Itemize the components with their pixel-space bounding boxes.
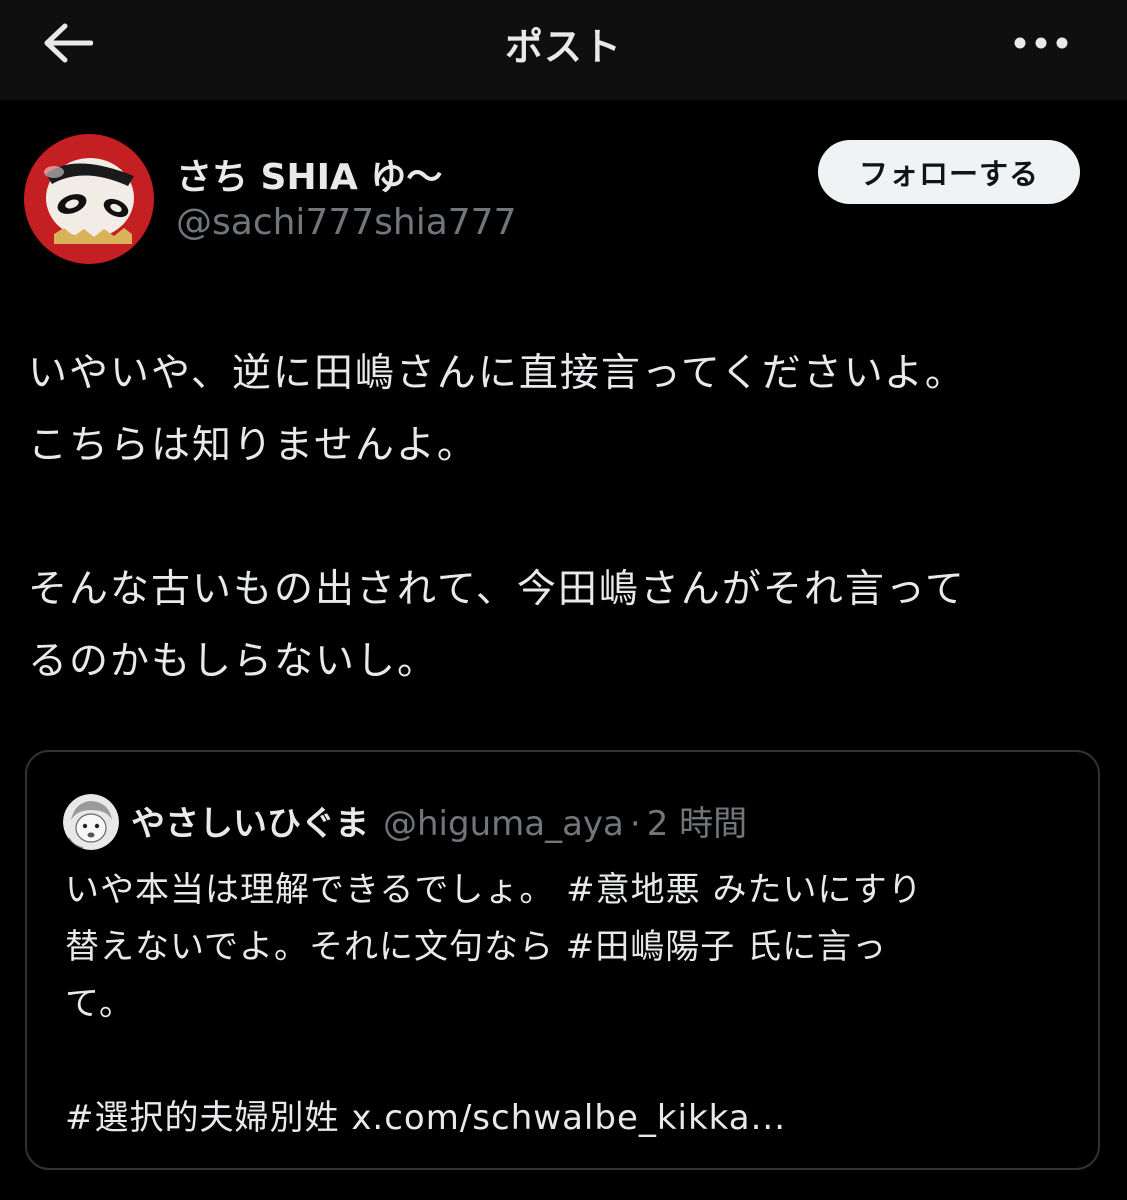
header-separator: · <box>629 804 641 844</box>
more-horizontal-icon <box>1014 37 1068 49</box>
quoted-text-line: 替えないでよ。それに文句なら #田嶋陽子 氏に言っ <box>65 919 1065 976</box>
quoted-post-header: やさしいひぐま @higuma_aya · 2 時間 <box>131 796 747 845</box>
author-handle[interactable]: @sachi777shia777 <box>176 202 517 243</box>
quoted-text-line: #選択的夫婦別姓 x.com/schwalbe_kikka... <box>65 1090 1065 1147</box>
post-text: いやいや、逆に田嶋さんに直接言ってくださいよ。 こちらは知りませんよ。 そんな古… <box>28 351 966 684</box>
author-display-name[interactable]: さち SHIA ゆ〜 <box>176 148 442 200</box>
quoted-author-handle: @higuma_aya <box>383 804 624 844</box>
quoted-text-segment: みたいにすり <box>700 870 923 910</box>
quoted-text-segment: 替えないでよ。それに文句なら <box>65 927 566 967</box>
hashtag-link[interactable]: #選択的夫婦別姓 <box>65 1098 340 1138</box>
quoted-text-line: て。 <box>65 976 1065 1033</box>
quoted-blank-line <box>65 1033 1065 1090</box>
quoted-author-name: やさしいひぐま <box>131 804 369 844</box>
quoted-author-avatar <box>63 794 119 850</box>
follow-button[interactable]: フォローする <box>818 140 1080 204</box>
quoted-post-time: 2 時間 <box>646 804 748 844</box>
quoted-post-text: いや本当は理解できるでしょ。 #意地悪 みたいにすり 替えないでよ。それに文句な… <box>65 862 1065 1147</box>
sketch-face-avatar-image <box>63 794 119 850</box>
daruma-avatar-image <box>24 134 154 264</box>
quoted-text-segment: いや本当は理解できるでしょ。 <box>65 870 567 910</box>
author-avatar[interactable] <box>24 134 154 264</box>
quoted-text-segment: て。 <box>65 984 134 1024</box>
hashtag-link[interactable]: #意地悪 <box>566 870 701 910</box>
more-options-button[interactable] <box>1005 26 1077 60</box>
quoted-text-line: いや本当は理解できるでしょ。 #意地悪 みたいにすり <box>65 862 1065 919</box>
quoted-post-card[interactable]: やさしいひぐま @higuma_aya · 2 時間 いや本当は理解できるでしょ… <box>25 750 1100 1170</box>
url-link[interactable]: x.com/schwalbe_kikka... <box>351 1098 786 1138</box>
quoted-text-segment: 氏に言っ <box>735 927 888 967</box>
top-navigation-bar: ポスト <box>0 0 1127 100</box>
page-title: ポスト <box>504 25 622 69</box>
hashtag-link[interactable]: #田嶋陽子 <box>566 927 736 967</box>
